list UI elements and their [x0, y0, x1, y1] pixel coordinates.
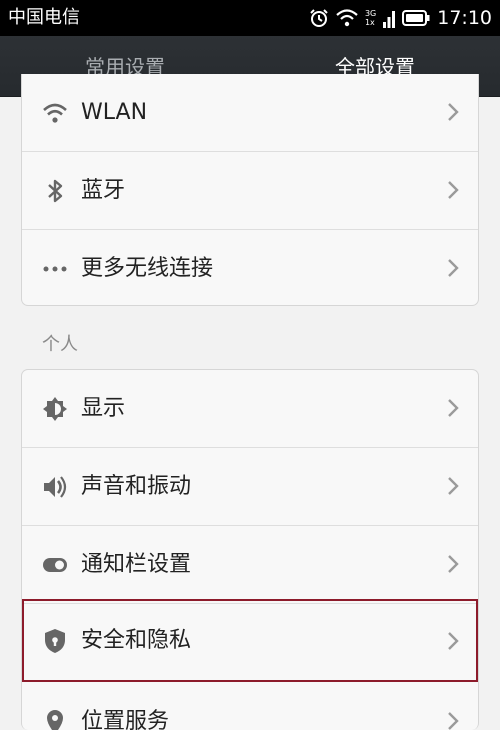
- chevron-right-icon: [448, 632, 459, 650]
- chevron-right-icon: [448, 181, 459, 199]
- battery-icon: [402, 10, 430, 26]
- network-type: 3G 1x: [365, 9, 376, 27]
- settings-item-notification-bar[interactable]: 通知栏设置: [22, 526, 478, 604]
- wireless-settings-card: WLAN 蓝牙 更多无线连接: [21, 74, 479, 306]
- chevron-right-icon: [448, 399, 459, 417]
- wifi-signal-icon: [336, 9, 358, 27]
- sound-icon: [44, 476, 67, 498]
- status-bar: 中国电信 3G 1x 17:10: [0, 0, 500, 36]
- network-type-top: 3G: [364, 9, 377, 18]
- more-dots-icon: [43, 266, 67, 272]
- settings-item-bluetooth[interactable]: 蓝牙: [22, 152, 478, 230]
- settings-item-label: 显示: [81, 396, 126, 421]
- toggle-icon: [43, 558, 67, 572]
- settings-item-wlan[interactable]: WLAN: [22, 74, 478, 152]
- settings-item-label: 位置服务: [81, 709, 170, 730]
- clock: 17:10: [437, 7, 492, 29]
- location-icon: [47, 710, 63, 730]
- chevron-right-icon: [448, 259, 459, 277]
- settings-item-label: WLAN: [81, 100, 148, 125]
- settings-item-sound-vibration[interactable]: 声音和振动: [22, 448, 478, 526]
- section-header-personal: 个人: [42, 334, 78, 355]
- chevron-right-icon: [448, 477, 459, 495]
- chevron-right-icon: [448, 555, 459, 573]
- chevron-right-icon: [448, 103, 459, 121]
- personal-settings-card: 显示 声音和振动 通知栏设置 安全和隐私 位置服务: [21, 369, 479, 730]
- settings-item-label: 通知栏设置: [81, 552, 192, 577]
- status-icons: 3G 1x 17:10: [302, 4, 492, 32]
- settings-item-label: 声音和振动: [81, 474, 192, 499]
- network-type-bottom: 1x: [364, 18, 375, 27]
- settings-item-label: 蓝牙: [81, 178, 126, 203]
- brightness-icon: [43, 397, 67, 421]
- chevron-right-icon: [448, 712, 459, 730]
- settings-item-label: 更多无线连接: [81, 256, 214, 281]
- cell-signal-icon: [383, 11, 396, 28]
- settings-item-location[interactable]: 位置服务: [22, 683, 478, 730]
- alarm-icon: [310, 9, 328, 27]
- wifi-icon: [43, 103, 67, 123]
- settings-item-security-privacy[interactable]: 安全和隐私: [22, 599, 478, 682]
- shield-icon: [45, 629, 65, 653]
- settings-item-display[interactable]: 显示: [22, 370, 478, 448]
- settings-item-more-wireless[interactable]: 更多无线连接: [22, 230, 478, 305]
- carrier-label: 中国电信: [8, 7, 80, 28]
- bluetooth-icon: [48, 179, 63, 203]
- settings-item-label: 安全和隐私: [81, 628, 192, 653]
